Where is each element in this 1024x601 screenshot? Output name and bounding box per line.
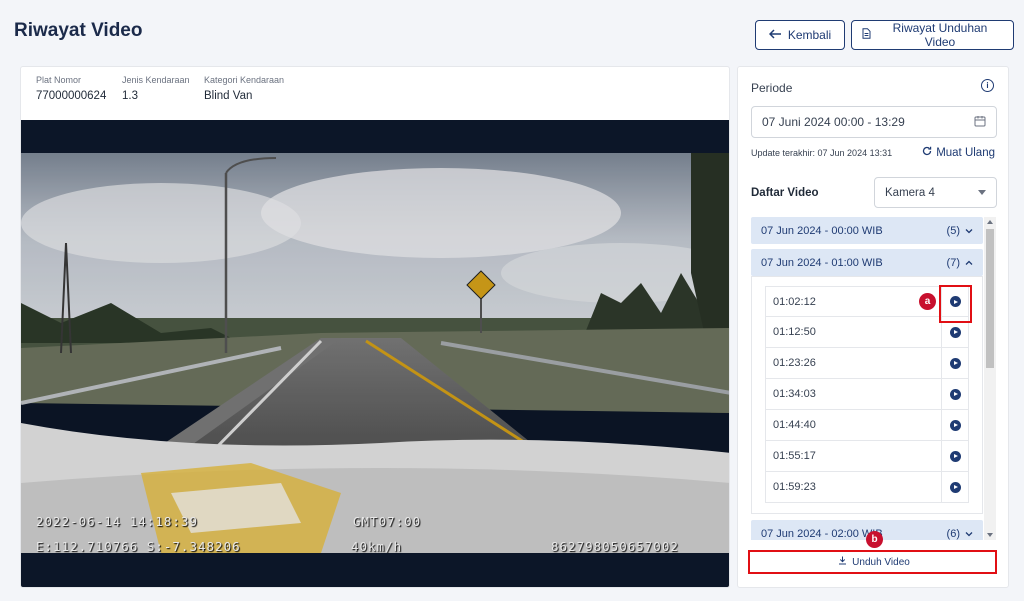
video-group-header[interactable]: 07 Jun 2024 - 01:00 WIB (7) [751,249,983,276]
vehicle-category-field: Kategori Kendaraan Blind Van [204,75,314,102]
video-list-scrollbar[interactable] [984,217,996,540]
play-icon [949,419,961,431]
video-time: 01:02:12 [773,295,816,308]
osd-device-id: 862798050657002 [551,539,679,553]
osd-datetime: 2022-06-14 14:18:39 [36,514,198,529]
back-button-label: Kembali [787,28,832,42]
video-time: 01:12:50 [773,326,816,338]
last-update-text: Update terakhir: 07 Jun 2024 13:31 [751,148,893,158]
play-button[interactable] [941,410,968,440]
camera-select-value: Kamera 4 [885,186,935,199]
video-list-panel: Periode i 07 Juni 2024 00:00 - 13:29 Upd… [737,66,1009,588]
refresh-icon [922,146,932,159]
periode-date-input[interactable]: 07 Juni 2024 00:00 - 13:29 [751,106,997,138]
osd-timezone: GMT07:00 [353,514,422,529]
video-player[interactable]: 2022-06-14 14:18:39 GMT07:00 E:112.71076… [21,120,729,587]
scrollbar-thumb[interactable] [986,229,994,368]
video-list-label: Daftar Video [751,187,819,199]
video-time: 01:23:26 [773,357,816,369]
play-icon [949,450,961,462]
reload-button[interactable]: Muat Ulang [922,146,995,159]
video-time: 01:34:03 [773,388,816,400]
reload-label: Muat Ulang [936,146,995,159]
osd-speed: 40km/h [351,539,403,553]
video-time: 01:59:23 [773,481,816,493]
highlight-download-button [748,550,997,574]
plate-number-value: 77000000624 [36,90,107,102]
download-history-label: Riwayat Unduhan Video [892,21,988,49]
periode-label: Periode [751,81,793,95]
annotation-badge-a: a [919,293,936,310]
play-button[interactable] [941,441,968,471]
vehicle-type-label: Jenis Kendaraan [122,75,190,85]
plate-number-field: Plat Nomor 77000000624 [36,75,110,102]
video-group-count: (5) [946,224,960,237]
chevron-up-icon [965,260,973,265]
video-group-count: (7) [946,256,960,269]
video-group-title: 07 Jun 2024 - 00:00 WIB [761,224,883,237]
video-item: 01:44:40 [765,410,969,441]
video-frame[interactable]: 2022-06-14 14:18:39 GMT07:00 E:112.71076… [21,153,729,553]
play-icon [949,357,961,369]
play-icon [949,481,961,493]
calendar-icon [974,115,986,130]
play-button[interactable] [941,379,968,409]
scroll-down-icon[interactable] [987,533,993,537]
osd-coordinates: E:112.710766 S:-7.348206 [36,539,241,553]
video-time: 01:44:40 [773,419,816,431]
dashcam-scene [21,153,729,553]
video-item: 01:59:23 [765,472,969,503]
highlight-play-button [939,285,972,323]
video-item: 01:23:26 [765,348,969,379]
info-icon[interactable]: i [981,79,994,92]
camera-select[interactable]: Kamera 4 [874,177,997,208]
video-group-count: (6) [946,527,960,540]
vehicle-type-field: Jenis Kendaraan 1.3 [122,75,192,102]
caret-down-icon [978,190,986,195]
play-button[interactable] [941,348,968,378]
video-group-title: 07 Jun 2024 - 02:00 WIB [761,527,883,540]
video-group-header[interactable]: 07 Jun 2024 - 00:00 WIB (5) [751,217,983,244]
plate-number-label: Plat Nomor [36,75,82,85]
vehicle-type-value: 1.3 [122,90,138,102]
document-icon [862,28,871,42]
arrow-left-icon [768,28,782,42]
video-list: 07 Jun 2024 - 00:00 WIB (5) 07 Jun 2024 … [751,217,997,540]
periode-value: 07 Juni 2024 00:00 - 13:29 [762,115,905,129]
video-item: 01:55:17 [765,441,969,472]
video-time: 01:55:17 [773,450,816,462]
annotation-badge-b: b [866,531,883,548]
vehicle-category-value: Blind Van [204,90,253,102]
play-icon [949,326,961,338]
play-button[interactable] [941,472,968,502]
chevron-down-icon [965,531,973,536]
page-title: Riwayat Video [14,20,143,41]
video-item: 01:34:03 [765,379,969,410]
back-button[interactable]: Kembali [755,20,845,50]
video-player-card: Plat Nomor 77000000624 Jenis Kendaraan 1… [20,66,730,588]
chevron-down-icon [965,228,973,233]
video-group-title: 07 Jun 2024 - 01:00 WIB [761,256,883,269]
vehicle-info: Plat Nomor 77000000624 Jenis Kendaraan 1… [36,75,314,102]
scroll-up-icon[interactable] [987,220,993,224]
download-history-button[interactable]: Riwayat Unduhan Video [851,20,1014,50]
play-icon [949,388,961,400]
vehicle-category-label: Kategori Kendaraan [204,75,285,85]
